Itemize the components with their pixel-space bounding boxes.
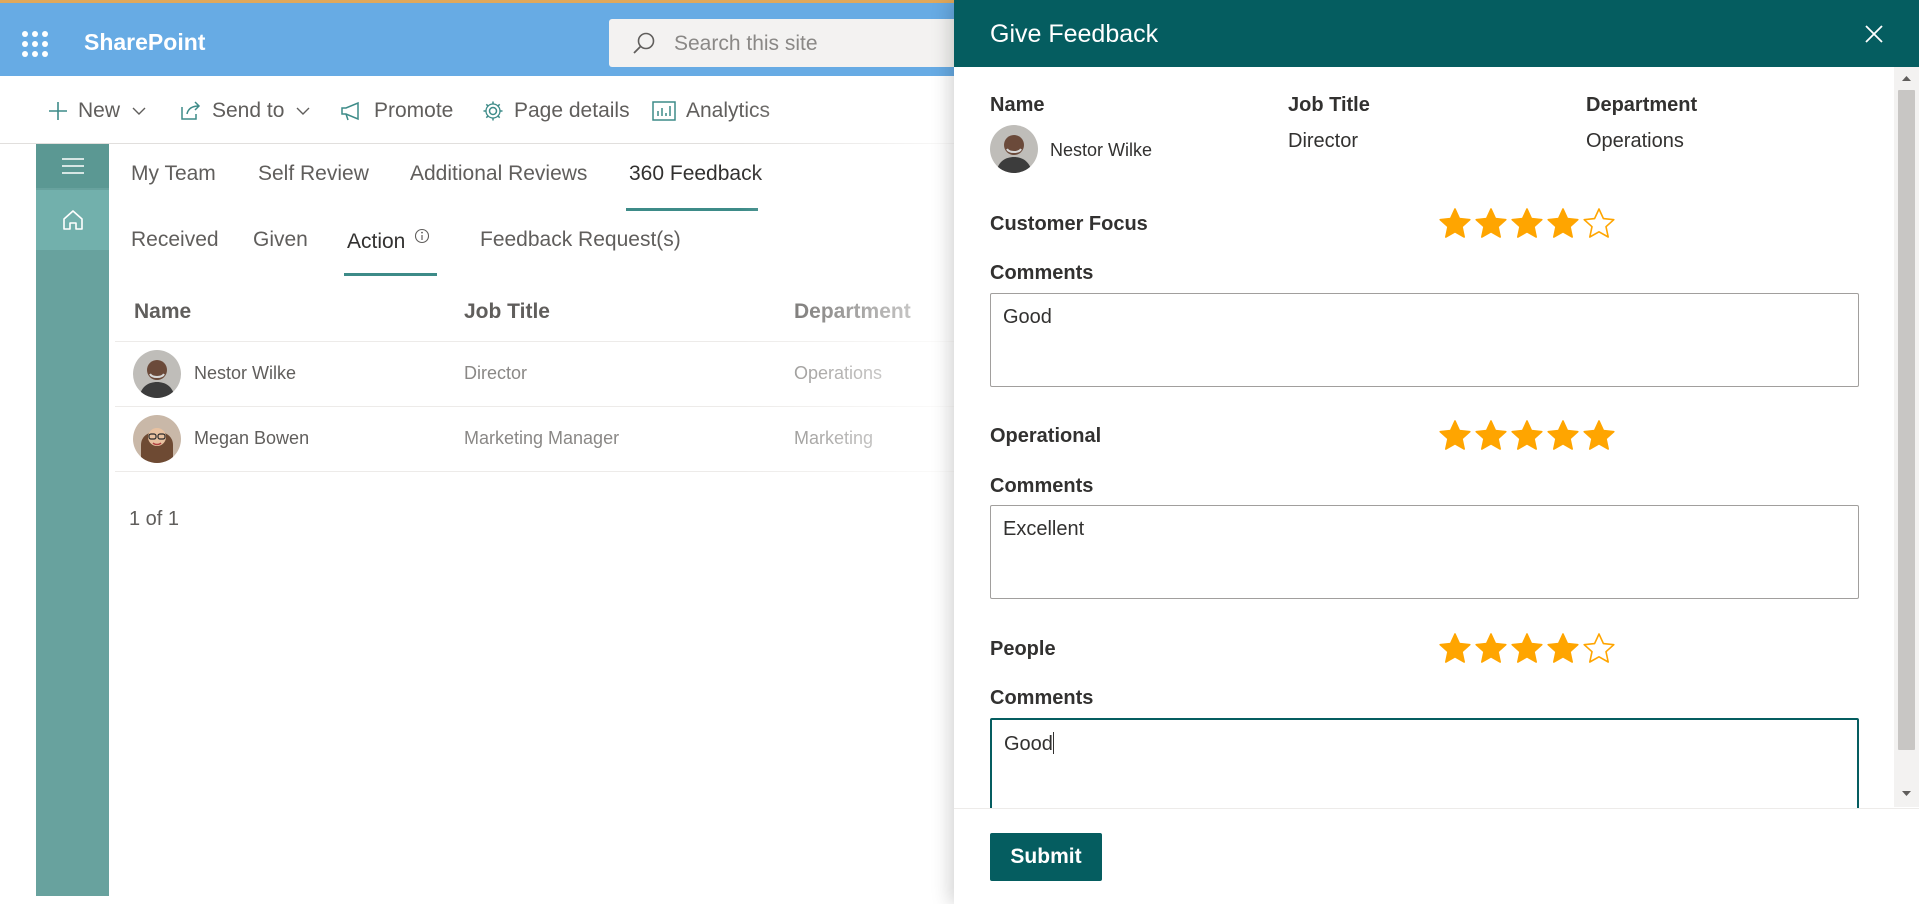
comment-field[interactable]: Good bbox=[990, 293, 1859, 387]
comment-field-focused[interactable]: Good bbox=[990, 718, 1859, 812]
page-details-button[interactable]: Page details bbox=[482, 96, 630, 126]
criterion-label: Customer Focus bbox=[990, 213, 1148, 235]
page-details-label: Page details bbox=[514, 99, 630, 122]
send-to-label: Send to bbox=[212, 99, 285, 122]
scroll-down-arrow-icon[interactable] bbox=[1898, 786, 1915, 802]
star-empty-icon[interactable] bbox=[1581, 632, 1617, 664]
name-label: Name bbox=[990, 94, 1045, 116]
subtab-action[interactable]: Action bbox=[347, 228, 430, 254]
comments-label: Comments bbox=[990, 687, 1094, 709]
scroll-up-arrow-icon[interactable] bbox=[1898, 70, 1915, 86]
panel-title: Give Feedback bbox=[990, 20, 1159, 48]
row-job-title: Marketing Manager bbox=[464, 428, 620, 448]
analytics-label: Analytics bbox=[686, 99, 771, 122]
tab-additional-reviews[interactable]: Additional Reviews bbox=[410, 162, 587, 186]
star-filled-icon[interactable] bbox=[1545, 632, 1581, 664]
department-label: Department bbox=[1586, 94, 1698, 116]
subtab-action-label: Action bbox=[347, 230, 406, 253]
comments-label: Comments bbox=[990, 262, 1094, 284]
comment-field[interactable]: Excellent bbox=[990, 505, 1859, 599]
scrollbar-thumb[interactable] bbox=[1898, 90, 1915, 750]
column-header-name[interactable]: Name bbox=[134, 300, 191, 324]
close-icon[interactable] bbox=[1862, 22, 1886, 46]
new-button[interactable]: New bbox=[48, 96, 146, 126]
tab-360-feedback[interactable]: 360 Feedback bbox=[629, 162, 762, 186]
job-title-label: Job Title bbox=[1288, 94, 1370, 116]
share-icon bbox=[181, 101, 201, 120]
row-name: Megan Bowen bbox=[194, 428, 310, 448]
subtab-feedback-requests[interactable]: Feedback Request(s) bbox=[480, 228, 681, 252]
star-filled-icon[interactable] bbox=[1545, 207, 1581, 239]
gear-icon bbox=[483, 101, 503, 121]
pagination-status: 1 of 1 bbox=[129, 508, 180, 530]
analytics-button[interactable]: Analytics bbox=[652, 96, 770, 126]
active-tab-underline bbox=[626, 208, 758, 211]
row-divider bbox=[115, 471, 960, 472]
hamburger-menu-icon[interactable] bbox=[36, 144, 109, 188]
chevron-down-icon bbox=[132, 107, 146, 115]
give-feedback-panel: Give Feedback Name Nestor Wilke Job Titl… bbox=[954, 0, 1919, 904]
promote-label: Promote bbox=[374, 99, 454, 122]
info-icon bbox=[415, 228, 430, 244]
criterion-label: Operational bbox=[990, 425, 1102, 447]
app-launcher-waffle-icon[interactable] bbox=[22, 31, 48, 57]
star-filled-icon[interactable] bbox=[1437, 419, 1473, 451]
panel-overlay-fade bbox=[740, 76, 954, 904]
brand-title[interactable]: SharePoint bbox=[84, 29, 205, 56]
chevron-down-icon bbox=[296, 107, 310, 115]
home-icon[interactable] bbox=[36, 190, 109, 250]
column-header-department[interactable]: Department bbox=[794, 300, 911, 324]
row-name: Nestor Wilke bbox=[194, 363, 297, 383]
star-rating[interactable] bbox=[1437, 632, 1617, 664]
text-caret bbox=[1052, 732, 1054, 754]
tab-self-review[interactable]: Self Review bbox=[258, 162, 369, 186]
criterion-label: People bbox=[990, 638, 1056, 660]
star-filled-icon[interactable] bbox=[1437, 632, 1473, 664]
analytics-icon bbox=[652, 101, 676, 121]
send-to-button[interactable]: Send to bbox=[180, 96, 310, 126]
star-filled-icon[interactable] bbox=[1437, 207, 1473, 239]
star-filled-icon[interactable] bbox=[1581, 419, 1617, 451]
command-bar: New Send to Promote Page details Analyti… bbox=[0, 76, 960, 144]
table-row[interactable]: Nestor Wilke Director Operations bbox=[115, 342, 960, 406]
plus-icon bbox=[49, 102, 67, 120]
star-filled-icon[interactable] bbox=[1473, 632, 1509, 664]
star-filled-icon[interactable] bbox=[1509, 419, 1545, 451]
search-placeholder: Search this site bbox=[674, 32, 818, 55]
footer-divider bbox=[954, 808, 1919, 809]
star-rating[interactable] bbox=[1437, 207, 1617, 239]
column-header-job-title[interactable]: Job Title bbox=[464, 300, 550, 324]
star-empty-icon[interactable] bbox=[1581, 207, 1617, 239]
tab-my-team[interactable]: My Team bbox=[131, 162, 216, 186]
row-department: Operations bbox=[794, 363, 883, 383]
star-filled-icon[interactable] bbox=[1509, 207, 1545, 239]
comment-text: Good bbox=[1004, 733, 1053, 755]
megaphone-icon bbox=[341, 101, 359, 121]
new-label: New bbox=[78, 99, 121, 122]
star-rating[interactable] bbox=[1437, 419, 1617, 451]
row-job-title: Director bbox=[464, 363, 528, 383]
active-subtab-underline bbox=[344, 273, 437, 276]
left-rail bbox=[36, 144, 109, 896]
employee-department: Operations bbox=[1586, 130, 1684, 152]
star-filled-icon[interactable] bbox=[1473, 207, 1509, 239]
employee-job-title: Director bbox=[1288, 130, 1359, 152]
comments-label: Comments bbox=[990, 475, 1094, 497]
avatar bbox=[990, 125, 1038, 173]
row-department: Marketing bbox=[794, 428, 874, 448]
employee-name: Nestor Wilke bbox=[1050, 140, 1153, 160]
subtab-received[interactable]: Received bbox=[131, 228, 219, 252]
subtab-given[interactable]: Given bbox=[253, 228, 308, 252]
star-filled-icon[interactable] bbox=[1473, 419, 1509, 451]
search-icon bbox=[633, 32, 655, 54]
avatar bbox=[133, 350, 181, 398]
submit-button[interactable]: Submit bbox=[990, 833, 1102, 881]
table-row[interactable]: Megan Bowen Marketing Manager Marketing bbox=[115, 407, 960, 471]
promote-button[interactable]: Promote bbox=[340, 96, 453, 126]
panel-header: Give Feedback bbox=[954, 0, 1919, 67]
star-filled-icon[interactable] bbox=[1545, 419, 1581, 451]
avatar bbox=[133, 415, 181, 463]
star-filled-icon[interactable] bbox=[1509, 632, 1545, 664]
